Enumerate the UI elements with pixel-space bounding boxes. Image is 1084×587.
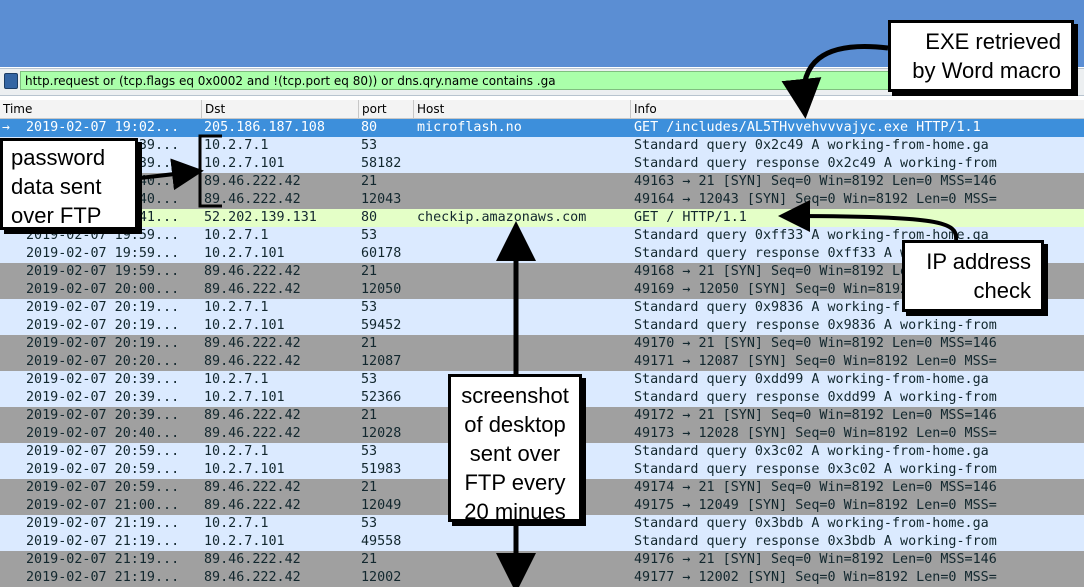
arrow-password [139,158,204,191]
bracket-password [198,134,222,208]
arrow-exe [781,44,889,119]
callout-screenshot-ftp: screenshot of desktop sent over FTP ever… [448,374,582,524]
callout-ip-address-check: IP address check [902,240,1044,312]
callout-exe-retrieved: EXE retrieved by Word macro [888,20,1074,92]
callout-password-data: password data sent over FTP [0,138,138,230]
arrow-ip-check [778,200,959,241]
